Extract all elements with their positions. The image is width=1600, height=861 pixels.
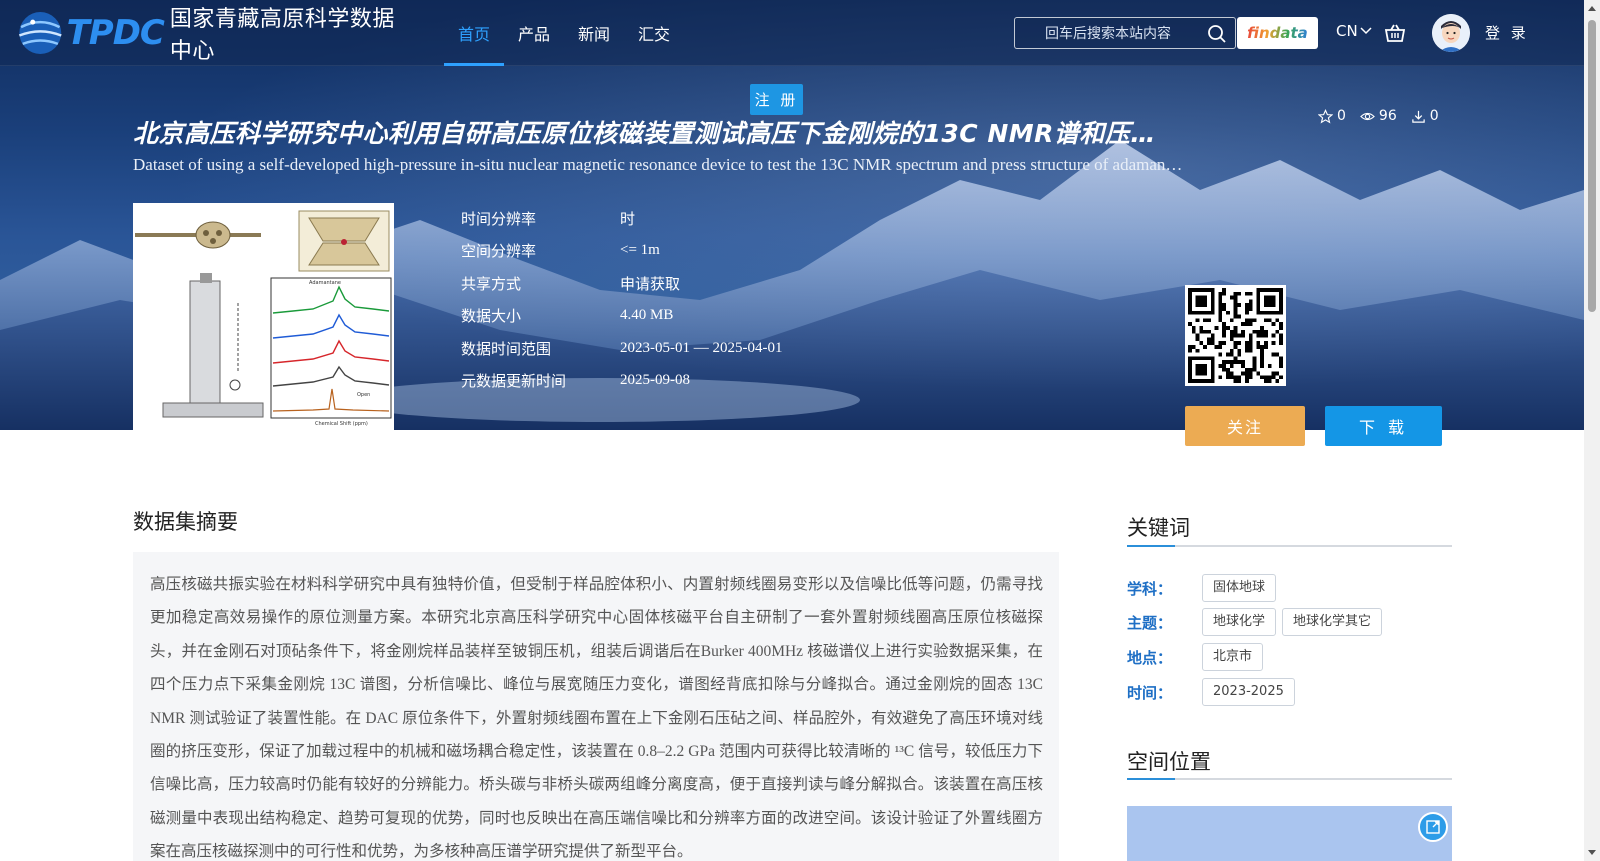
- user-face-icon: [1432, 14, 1470, 52]
- logo-abbreviation: TPDC: [66, 13, 165, 53]
- search-icon[interactable]: [1207, 24, 1227, 44]
- keyword-tag[interactable]: 固体地球: [1202, 574, 1277, 602]
- qr-code-image: [1185, 285, 1286, 386]
- keyword-label: 主题：: [1127, 613, 1173, 632]
- dataset-title: 北京高压科学研究中心利用自研高压原位核磁装置测试高压下金刚烷的13C NMR谱和…: [133, 119, 1173, 148]
- meta-label: 空间分辨率: [461, 242, 537, 261]
- keyword-row-theme: 主题： 地球化学 地球化学其它: [1127, 608, 1388, 636]
- keyword-tag[interactable]: 地球化学其它: [1282, 608, 1383, 636]
- keywords-heading: 关键词: [1127, 516, 1190, 540]
- scroll-up-arrow-icon[interactable]: [1588, 6, 1596, 11]
- chevron-down-icon: [1360, 27, 1372, 35]
- figure-series-label: Open: [357, 392, 370, 398]
- meta-value: 时: [620, 211, 636, 228]
- keyword-tag[interactable]: 北京市: [1202, 643, 1264, 671]
- keyword-tag[interactable]: 地球化学: [1202, 608, 1277, 636]
- main-nav: 首页 产品 新闻 汇交: [444, 0, 684, 66]
- language-label: CN: [1336, 22, 1358, 40]
- figure-axis-label: Chemical Shift (ppm): [315, 421, 368, 427]
- globe-logo-icon: [18, 12, 62, 54]
- eye-icon: [1360, 112, 1375, 120]
- scrollbar-thumb[interactable]: [1588, 20, 1596, 312]
- follow-button[interactable]: 关注: [1185, 406, 1305, 446]
- meta-row-share-mode: 共享方式 申请获取: [461, 267, 782, 300]
- language-selector[interactable]: CN: [1336, 22, 1372, 40]
- location-heading: 空间位置: [1127, 750, 1211, 774]
- nmr-device-figure: Adamantane Open Chemical Shift (ppm): [133, 203, 394, 430]
- meta-row-time-range: 数据时间范围 2023-05-01 — 2025-04-01: [461, 332, 782, 365]
- nav-item-news[interactable]: 新闻: [564, 0, 624, 66]
- meta-label: 数据时间范围: [461, 339, 552, 358]
- nav-item-products[interactable]: 产品: [504, 0, 564, 66]
- keyword-label: 地点：: [1127, 648, 1173, 667]
- star-count[interactable]: 0: [1318, 108, 1346, 124]
- dataset-subtitle-en: Dataset of using a self-developed high-p…: [133, 155, 1183, 174]
- basket-icon[interactable]: [1384, 22, 1406, 44]
- dataset-meta-list: 时间分辨率 时 空间分辨率 <= 1m 共享方式 申请获取 数据大小 4.40 …: [461, 202, 782, 397]
- view-count-value: 96: [1378, 108, 1397, 124]
- map-fullscreen-button[interactable]: [1418, 812, 1448, 842]
- top-navigation-bar: TPDC 国家青藏高原科学数据中心 首页 产品 新闻 汇交 findata CN: [0, 0, 1584, 66]
- meta-row-spatial-resolution: 空间分辨率 <= 1m: [461, 235, 782, 268]
- login-link[interactable]: 登 录: [1485, 22, 1529, 43]
- view-count: 96: [1360, 108, 1397, 124]
- download-icon: [1412, 110, 1425, 123]
- findata-label: findata: [1247, 24, 1308, 42]
- meta-row-time-resolution: 时间分辨率 时: [461, 202, 782, 235]
- figure-series-label: Adamantane: [309, 280, 341, 286]
- meta-value: 2023-05-01 — 2025-04-01: [620, 339, 783, 356]
- keyword-row-discipline: 学科： 固体地球: [1127, 574, 1282, 602]
- keyword-row-place: 地点： 北京市: [1127, 643, 1269, 671]
- user-avatar[interactable]: [1432, 14, 1470, 52]
- meta-label: 时间分辨率: [461, 209, 537, 228]
- meta-value: 2025-09-08: [620, 372, 690, 389]
- meta-value: <= 1m: [620, 242, 660, 259]
- meta-label: 共享方式: [461, 274, 522, 293]
- register-button[interactable]: 注 册: [750, 84, 803, 115]
- meta-value: 申请获取: [620, 276, 681, 293]
- meta-row-data-size: 数据大小 4.40 MB: [461, 300, 782, 333]
- meta-label: 数据大小: [461, 307, 522, 326]
- abstract-heading: 数据集摘要: [133, 510, 238, 534]
- star-icon: [1318, 108, 1333, 123]
- logo-site-name: 国家青藏高原科学数据中心: [169, 7, 395, 64]
- download-count-value: 0: [1429, 108, 1439, 124]
- keywords-divider: [1127, 545, 1452, 547]
- search-input[interactable]: [1015, 18, 1195, 48]
- location-map[interactable]: [1127, 806, 1452, 861]
- page-scrollbar[interactable]: [1584, 0, 1600, 861]
- site-logo[interactable]: TPDC 国家青藏高原科学数据中心: [16, 4, 396, 64]
- abstract-box: 高压核磁共振实验在材料科学研究中具有独特价值，但受制于样品腔体积小、内置射频线圈…: [133, 552, 1059, 861]
- findata-button[interactable]: findata: [1237, 17, 1318, 49]
- keyword-tag[interactable]: 2023-2025: [1202, 678, 1295, 706]
- location-divider: [1127, 778, 1452, 780]
- meta-row-update-time: 元数据更新时间 2025-09-08: [461, 365, 782, 398]
- nav-item-submit[interactable]: 汇交: [624, 0, 684, 66]
- download-button[interactable]: 下 载: [1325, 406, 1442, 446]
- meta-label: 元数据更新时间: [461, 372, 567, 391]
- qr-code-pattern: [1188, 288, 1283, 383]
- search-box: [1014, 17, 1236, 49]
- meta-value: 4.40 MB: [620, 307, 674, 324]
- scroll-down-arrow-icon[interactable]: [1588, 850, 1596, 855]
- dataset-stats: 0 96 0: [1318, 108, 1439, 124]
- keyword-label: 学科：: [1127, 579, 1173, 598]
- abstract-text: 高压核磁共振实验在材料科学研究中具有独特价值，但受制于样品腔体积小、内置射频线圈…: [150, 576, 1043, 861]
- download-count: 0: [1411, 108, 1439, 124]
- nav-item-home[interactable]: 首页: [444, 0, 505, 66]
- expand-icon: [1426, 820, 1440, 834]
- keyword-row-time: 时间： 2023-2025: [1127, 678, 1301, 706]
- dataset-thumbnail[interactable]: Adamantane Open Chemical Shift (ppm): [133, 203, 394, 430]
- keyword-label: 时间：: [1127, 683, 1173, 702]
- star-count-value: 0: [1337, 108, 1346, 124]
